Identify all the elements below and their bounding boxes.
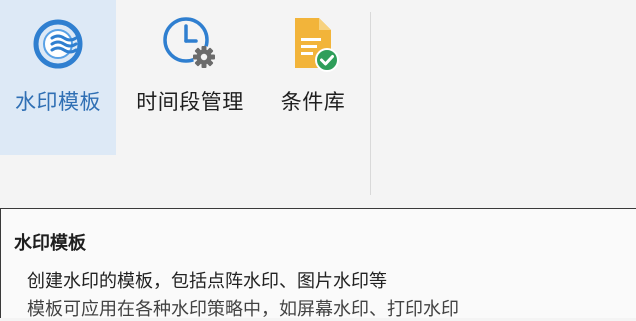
tooltip-panel: 水印模板 创建水印的模板，包括点阵水印、图片水印等 模板可应用在各种水印策略中，… [0, 208, 636, 320]
tool-label-watermark-template: 水印模板 [15, 90, 101, 114]
watermark-template-button[interactable]: 水印模板 [0, 0, 116, 155]
watermark-wave-icon [33, 19, 83, 69]
tooltip-description-continued: 模板可应用在各种水印策略中，如屏幕水印、打印水印 [27, 299, 459, 320]
tooltip-title: 水印模板 [14, 233, 86, 254]
clock-gear-icon [163, 17, 215, 68]
tool-label-condition-library: 条件库 [280, 90, 346, 114]
time-period-management-button[interactable]: 时间段管理 [123, 0, 257, 155]
tool-label-time-period-management: 时间段管理 [136, 90, 244, 114]
condition-library-button[interactable]: 条件库 [263, 0, 363, 155]
ribbon-divider [370, 12, 371, 195]
ribbon-toolbar: 水印模板 时间段管理 条件库 [0, 0, 636, 200]
document-check-icon [295, 18, 339, 72]
tooltip-description: 创建水印的模板，包括点阵水印、图片水印等 [27, 271, 387, 292]
